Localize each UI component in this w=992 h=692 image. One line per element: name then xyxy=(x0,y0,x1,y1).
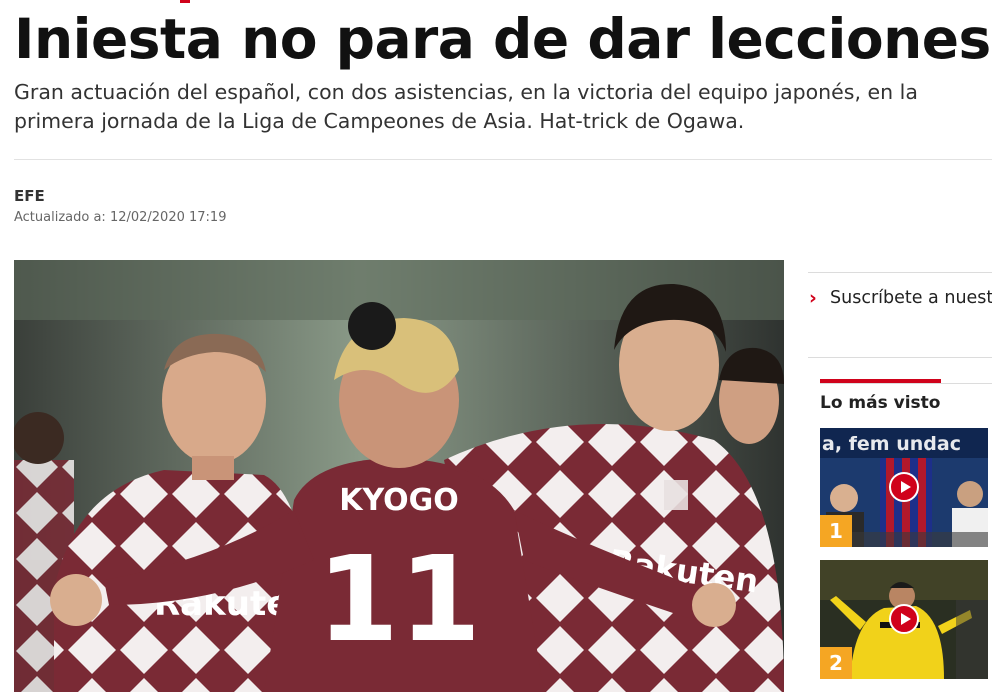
most-viewed-title: Lo más visto xyxy=(820,393,941,413)
newsletter-prefix: Suscríbete a nuestra xyxy=(830,288,992,308)
header-divider xyxy=(14,159,992,160)
rank-badge: 2 xyxy=(820,647,852,679)
play-icon[interactable] xyxy=(889,472,919,502)
article-main-photo[interactable]: Rakuten Rakuten KYOGO 11 xyxy=(14,260,784,692)
article-author[interactable]: EFE xyxy=(14,186,45,206)
most-viewed-item[interactable]: a, fem undac 1 xyxy=(820,428,988,547)
most-viewed-item[interactable]: 2 xyxy=(820,560,988,679)
newsletter-bottom-divider xyxy=(808,357,992,358)
chevron-right-icon: › xyxy=(809,287,817,309)
article-title: Iniesta no para de dar lecciones xyxy=(14,7,991,71)
jersey-name-text: KYOGO xyxy=(339,483,459,518)
photo-illustration: Rakuten Rakuten KYOGO 11 xyxy=(14,260,784,692)
rank-badge: 1 xyxy=(820,515,852,547)
most-viewed-divider xyxy=(820,383,992,384)
header-accent-sliver xyxy=(180,0,190,3)
newsletter-top-divider xyxy=(808,272,992,273)
article-subtitle: Gran actuación del español, con dos asis… xyxy=(14,80,918,133)
newsletter-promo[interactable]: Suscríbete a nuestra newsletter xyxy=(830,286,992,311)
jersey-number-text: 11 xyxy=(317,530,481,668)
play-icon[interactable] xyxy=(889,604,919,634)
thumbnail-text: a, fem undac xyxy=(822,433,961,455)
article-updated-date: Actualizado a: 12/02/2020 17:19 xyxy=(14,210,227,225)
